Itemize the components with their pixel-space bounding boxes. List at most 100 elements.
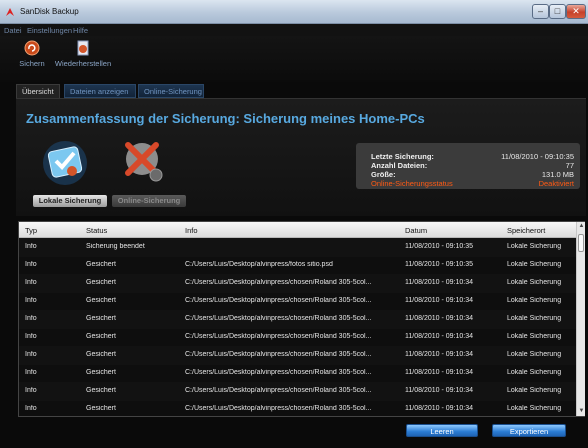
table-row[interactable]: Info Gesichert C:/Users/Luis/Desktop/alvin…: [19, 364, 576, 383]
online-status-link[interactable]: Online-Sicherungsstatus: [371, 179, 453, 188]
cell-typ: Info: [25, 351, 37, 358]
table-row[interactable]: Info Gesichert C:/Users/Luis/Desktop/alvin…: [19, 310, 576, 329]
table-row[interactable]: Info Gesichert C:/Users/Luis/Desktop/alvin…: [19, 382, 576, 401]
table-header: Typ Status Info Datum Speicherort: [19, 222, 576, 238]
backup-info-box: Letzte Sicherung: 11/08/2010 - 09:10:35 …: [356, 143, 580, 189]
log-table: Typ Status Info Datum Speicherort Info Si…: [18, 221, 585, 417]
last-backup-value: 11/08/2010 - 09:10:35: [501, 152, 574, 161]
page-title: Zusammenfassung der Sicherung: Sicherung…: [26, 111, 425, 126]
file-count-value: 77: [565, 161, 574, 170]
scroll-up-arrow-icon[interactable]: ▲: [577, 222, 586, 231]
online-backup-button[interactable]: Online-Sicherung: [112, 195, 186, 207]
cell-info: C:/Users/Luis/Desktop/alvinpress/chosen/…: [185, 279, 372, 286]
online-status-value: Deaktiviert: [538, 179, 574, 188]
sandisk-logo-icon: [6, 8, 14, 16]
cell-info: C:/Users/Luis/Desktop/alvinpress/chosen/…: [185, 405, 372, 412]
cell-datum: 11/08/2010 - 09:10:35: [405, 243, 473, 250]
export-button[interactable]: Exportieren: [492, 424, 566, 437]
cell-ort: Lokale Sicherung: [507, 243, 562, 250]
cell-ort: Lokale Sicherung: [507, 279, 562, 286]
cell-info: C:/Users/Luis/Desktop/alvinpress/chosen/…: [185, 387, 372, 394]
cell-typ: Info: [25, 405, 37, 412]
table-row[interactable]: Info Sicherung beendet 11/08/2010 - 09:10:…: [19, 238, 576, 257]
cell-datum: 11/08/2010 - 09:10:34: [405, 297, 473, 304]
size-value: 131.0 MB: [541, 170, 574, 179]
window-title: SanDisk Backup: [20, 7, 79, 16]
cell-ort: Lokale Sicherung: [507, 369, 562, 376]
cell-status: Gesichert: [86, 315, 116, 322]
cell-ort: Lokale Sicherung: [507, 333, 562, 340]
online-backup-disabled-icon: [125, 142, 163, 182]
cell-info: C:/Users/Luis/Desktop/alvinpress/chosen/…: [185, 351, 372, 358]
scroll-thumb[interactable]: [578, 234, 584, 252]
tab-online-sicherung[interactable]: Online-Sicherung: [138, 84, 204, 98]
restore-label: Wiederherstellen: [54, 59, 112, 68]
table-scrollbar[interactable]: ▲ ▼: [576, 222, 585, 416]
cell-ort: Lokale Sicherung: [507, 261, 562, 268]
backup-label: Sichern: [19, 59, 45, 68]
cell-typ: Info: [25, 315, 37, 322]
menu-datei[interactable]: Datei: [4, 26, 22, 35]
size-label: Größe:: [371, 170, 396, 179]
cell-typ: Info: [25, 297, 37, 304]
close-button[interactable]: ✕: [566, 4, 586, 19]
cell-typ: Info: [25, 243, 37, 250]
restore-tool-button[interactable]: Wiederherstellen: [52, 40, 114, 68]
cell-status: Gesichert: [86, 405, 116, 412]
local-backup-button[interactable]: Lokale Sicherung: [33, 195, 107, 207]
cell-typ: Info: [25, 333, 37, 340]
summary-panel: Zusammenfassung der Sicherung: Sicherung…: [16, 98, 586, 216]
cell-typ: Info: [25, 387, 37, 394]
cell-status: Sicherung beendet: [86, 243, 145, 250]
local-backup-icon: [43, 141, 87, 185]
cell-typ: Info: [25, 369, 37, 376]
column-header-info[interactable]: Info: [185, 226, 198, 235]
maximize-button[interactable]: □: [549, 4, 566, 19]
tab-uebersicht[interactable]: Übersicht: [16, 84, 60, 98]
cell-info: C:/Users/Luis/Desktop/alvinpress/chosen/…: [185, 369, 372, 376]
cell-typ: Info: [25, 261, 37, 268]
cell-datum: 11/08/2010 - 09:10:34: [405, 351, 473, 358]
backup-tool-button[interactable]: Sichern: [17, 40, 47, 68]
cell-status: Gesichert: [86, 261, 116, 268]
cell-ort: Lokale Sicherung: [507, 351, 562, 358]
table-row[interactable]: Info Gesichert C:/Users/Luis/Desktop/alvin…: [19, 328, 576, 347]
menu-einstellungen[interactable]: Einstellungen: [27, 26, 72, 35]
table-row[interactable]: Info Gesichert C:/Users/Luis/Desktop/alvin…: [19, 274, 576, 293]
cell-info: C:/Users/Luis/Desktop/alvinpress/chosen/…: [185, 315, 372, 322]
column-header-status[interactable]: Status: [86, 226, 107, 235]
table-row[interactable]: Info Gesichert C:/Users/Luis/Desktop/alvin…: [19, 346, 576, 365]
cell-status: Gesichert: [86, 333, 116, 340]
table-row[interactable]: Info Gesichert C:/Users/Luis/Desktop/alvin…: [19, 256, 576, 275]
minimize-button[interactable]: –: [532, 4, 549, 19]
cell-ort: Lokale Sicherung: [507, 387, 562, 394]
cell-ort: Lokale Sicherung: [507, 405, 562, 412]
table-row[interactable]: Info Gesichert C:/Users/Luis/Desktop/alvin…: [19, 400, 576, 416]
file-count-label: Anzahl Dateien:: [371, 161, 428, 170]
column-header-speicherort[interactable]: Speicherort: [507, 226, 545, 235]
backup-icon: [24, 40, 40, 56]
cell-datum: 11/08/2010 - 09:10:34: [405, 279, 473, 286]
column-header-typ[interactable]: Typ: [25, 226, 37, 235]
tab-dateien-anzeigen[interactable]: Dateien anzeigen: [64, 84, 136, 98]
column-header-datum[interactable]: Datum: [405, 226, 427, 235]
menu-bar: Datei Einstellungen Hilfe: [0, 24, 588, 36]
last-backup-label: Letzte Sicherung:: [371, 152, 434, 161]
cell-ort: Lokale Sicherung: [507, 315, 562, 322]
cell-datum: 11/08/2010 - 09:10:34: [405, 405, 473, 412]
table-body: Info Sicherung beendet 11/08/2010 - 09:10:…: [19, 238, 576, 416]
cell-status: Gesichert: [86, 351, 116, 358]
clear-button[interactable]: Leeren: [406, 424, 478, 437]
title-bar: SanDisk Backup – □ ✕: [0, 0, 588, 24]
cell-ort: Lokale Sicherung: [507, 297, 562, 304]
scroll-down-arrow-icon[interactable]: ▼: [577, 407, 586, 416]
cell-info: C:/Users/Luis/Desktop/alvinpress/chosen/…: [185, 297, 372, 304]
cell-info: C:/Users/Luis/Desktop/alvinpress/chosen/…: [185, 333, 372, 340]
cell-datum: 11/08/2010 - 09:10:34: [405, 369, 473, 376]
table-row[interactable]: Info Gesichert C:/Users/Luis/Desktop/alvin…: [19, 292, 576, 311]
cell-status: Gesichert: [86, 279, 116, 286]
cell-datum: 11/08/2010 - 09:10:34: [405, 333, 473, 340]
menu-hilfe[interactable]: Hilfe: [73, 26, 88, 35]
cell-status: Gesichert: [86, 369, 116, 376]
cell-info: C:/Users/Luis/Desktop/alvinpress/fotos s…: [185, 261, 333, 268]
